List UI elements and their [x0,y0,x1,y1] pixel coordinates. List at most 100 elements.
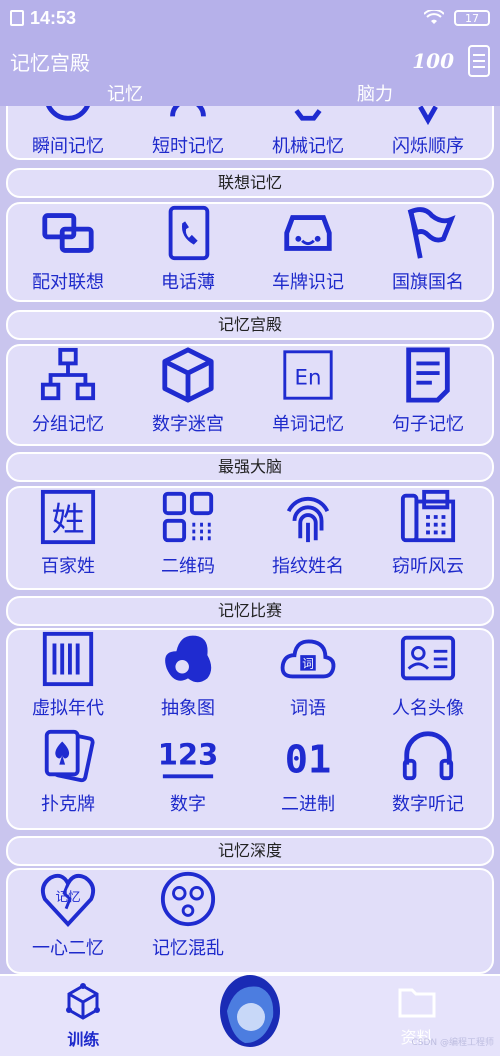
item-label: 数字 [170,794,206,815]
item-label: 记忆混乱 [152,938,224,959]
phonebook-icon [168,205,210,261]
item-sentence-memory[interactable]: 句子记忆 [368,346,488,442]
bottom-nav: 训练 资料 CSDN @编程工程师 [0,974,500,1056]
section-depth: 记忆 一心二忆 记忆混乱 [6,868,494,974]
fingerprint-icon [286,496,330,543]
item-abstract-image[interactable]: 抽象图 [128,630,248,726]
surname-icon: 姓 [40,489,96,545]
item-label: 百家姓 [41,556,95,577]
page-title: 记忆宫殿 [10,50,90,75]
item-label: 二维码 [161,556,215,577]
section-title: 联想记忆 [6,168,494,198]
item-label: 单词记忆 [272,414,344,435]
qrcode-icon [162,491,214,543]
section-title: 记忆宫殿 [6,310,494,340]
item-eavesdrop[interactable]: 窃听风云 [368,488,488,584]
broken-heart-icon: 记忆 [40,873,96,927]
item-memory-confusion[interactable]: 记忆混乱 [128,870,248,966]
binary-icon: 01 [285,737,332,782]
item-binary[interactable]: 01 二进制 [248,726,368,822]
nav-center-avatar[interactable] [167,975,334,1056]
item-virtual-era[interactable]: 虚拟年代 [8,630,128,726]
item-label: 二进制 [281,794,335,815]
item-label: 人名头像 [392,698,464,719]
num-glyph: 123 [158,738,218,772]
document-lines-icon [406,347,450,403]
item-word-memory[interactable]: En 单词记忆 [248,346,368,442]
item-mechanical-memory[interactable]: 机械记忆 [248,106,368,164]
item-label: 抽象图 [161,698,215,719]
section-title: 记忆深度 [6,836,494,866]
item-label: 配对联想 [32,272,104,293]
item-fingerprint-name[interactable]: 指纹姓名 [248,488,368,584]
battery-icon: 17 [454,10,490,26]
award-icon [418,106,438,126]
tab-memory[interactable]: 记忆 [0,86,250,106]
item-label: 指纹姓名 [272,556,344,577]
english-icon: En [283,350,333,400]
item-one-heart[interactable]: 记忆 一心二忆 [8,870,128,966]
item-number[interactable]: 123 数字 [128,726,248,822]
link-icon [42,213,94,253]
item-label: 数字听记 [392,794,464,815]
nav-train-label: 训练 [67,1030,100,1049]
item-label: 一心二忆 [32,938,104,959]
item-label: 句子记忆 [392,414,464,435]
item-flag-country[interactable]: 国旗国名 [368,204,488,300]
item-label: 闪烁顺序 [392,136,464,157]
score-100-icon[interactable]: 100 [412,49,454,73]
watermark: CSDN @编程工程师 [411,1038,494,1048]
telephone-icon [400,489,456,543]
item-name-avatar[interactable]: 人名头像 [368,630,488,726]
section-association: 配对联想 电话薄 车牌识记 国旗国名 [6,202,494,302]
item-label: 词语 [290,698,326,719]
folder-icon [398,988,436,1018]
sim-icon [10,10,24,26]
short-memory-icon [170,106,206,117]
item-label: 分组记忆 [32,414,104,435]
item-words[interactable]: 词 词语 [248,630,368,726]
train-cube-icon [66,983,101,1020]
tab-brainpower[interactable]: 脑力 [250,86,500,106]
item-number-maze[interactable]: 数字迷宫 [128,346,248,442]
hierarchy-icon [40,347,96,401]
section-strongest-brain: 姓 百家姓 二维码 指纹姓名 窃听风云 [6,486,494,590]
item-number-listening[interactable]: 数字听记 [368,726,488,822]
item-instant-memory[interactable]: 瞬间记忆 [8,106,128,164]
id-card-icon [400,635,456,681]
item-label: 瞬间记忆 [32,136,104,157]
section-competition: 虚拟年代 抽象图 词 词语 人名头像 扑克牌 123 数字 01 二进制 数字听… [6,628,494,830]
item-plate-recognition[interactable]: 车牌识记 [248,204,368,300]
item-surnames[interactable]: 姓 百家姓 [8,488,128,584]
section-title: 最强大脑 [6,452,494,482]
wifi-icon [424,10,444,24]
status-time: 14:53 [30,7,77,28]
status-bar: 14:53 17 [0,0,500,36]
document-icon[interactable] [468,45,490,77]
calendar-bars-icon [42,631,94,687]
section-memory-palace: 分组记忆 数字迷宫 En 单词记忆 句子记忆 [6,344,494,446]
item-flash-order[interactable]: 闪烁顺序 [368,106,488,164]
item-poker[interactable]: 扑克牌 [8,726,128,822]
item-phonebook[interactable]: 电话薄 [128,204,248,300]
number-123-icon: 123 [158,738,218,779]
word-glyph: 词 [302,657,314,671]
item-label: 机械记忆 [272,136,344,157]
headphones-icon [402,731,454,781]
car-icon [284,215,332,251]
item-label: 窃听风云 [392,556,464,577]
section-title: 记忆比赛 [6,596,494,626]
heart-glyph: 记忆 [55,889,80,904]
tab-bar: 记忆 脑力 [0,86,500,106]
item-pair-association[interactable]: 配对联想 [8,204,128,300]
item-label: 数字迷宫 [152,414,224,435]
item-qrcode[interactable]: 二维码 [128,488,248,584]
cloud-word-icon: 词 [280,639,336,679]
binary-glyph: 01 [285,737,332,782]
item-group-memory[interactable]: 分组记忆 [8,346,128,442]
item-label: 电话薄 [161,272,215,293]
nav-train[interactable]: 训练 [0,976,167,1056]
item-short-memory[interactable]: 短时记忆 [128,106,248,164]
battery-level: 17 [465,11,479,25]
gear-icon [294,109,322,121]
